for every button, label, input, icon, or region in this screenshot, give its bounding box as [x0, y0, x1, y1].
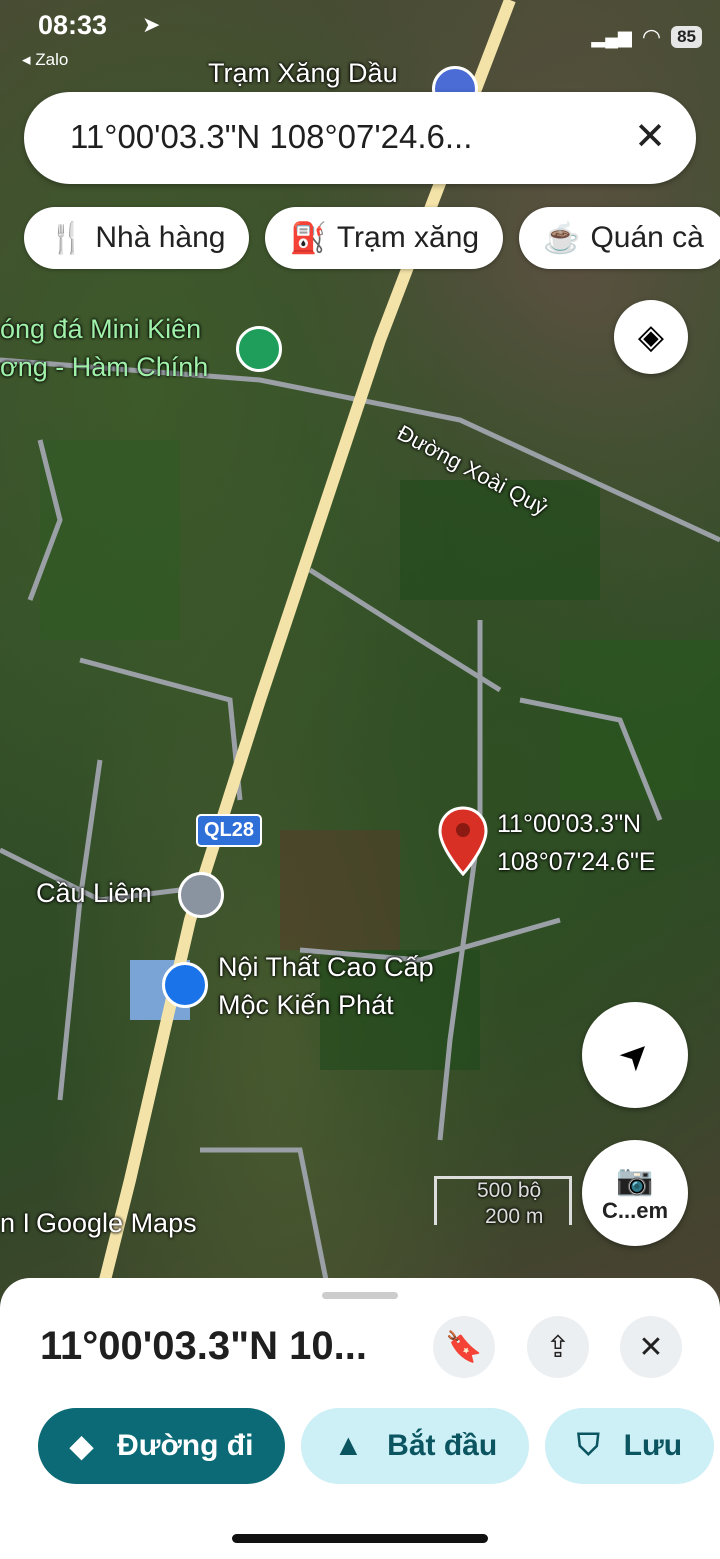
chip-label: Quán cà — [590, 221, 704, 254]
layers-button[interactable]: ◈ — [614, 300, 688, 374]
fuel-pump-icon: ⛽ — [289, 221, 327, 255]
google-maps-logo: Google Maps — [36, 1208, 197, 1238]
save-icon-button[interactable]: 🔖 — [433, 1316, 495, 1378]
bookmark-icon: 🔖 — [445, 1330, 483, 1364]
chip-gas-stations[interactable]: ⛽ Trạm xăng — [265, 207, 504, 269]
battery-icon: 85 — [671, 26, 702, 48]
camera-label: C...em — [601, 1197, 669, 1223]
chip-restaurants[interactable]: 🍴 Nhà hàng — [24, 207, 250, 269]
map-view[interactable]: Trạm Xăng Dầu óng đá Mini Kiên ơng - Hàm… — [0, 0, 720, 1300]
scale-bar: 500 bộ 200 m — [434, 1176, 572, 1228]
park-pin-icon[interactable] — [236, 326, 282, 372]
bookmark-icon: ⛉ — [577, 1429, 600, 1462]
pin-lng-label: 108°07'24.6"E — [497, 848, 656, 876]
camera-icon: 📷 — [616, 1163, 654, 1197]
shop-pin-icon[interactable] — [162, 962, 208, 1008]
coffee-cup-icon: ☕ — [543, 221, 581, 255]
my-location-button[interactable]: ➤ — [582, 1002, 688, 1108]
navigation-start-icon: ▲ — [333, 1429, 364, 1462]
sheet-drag-handle[interactable] — [322, 1292, 398, 1299]
football-label-2[interactable]: ơng - Hàm Chính — [0, 352, 208, 383]
save-label: Lưu — [623, 1429, 683, 1462]
layers-icon: ◈ — [637, 318, 665, 356]
status-bar: 08:33 ➤ ◂ Zalo ▂▄▆ ◠ 85 — [0, 0, 720, 80]
clock: 08:33 — [38, 10, 108, 40]
signal-icon: ▂▄▆ — [591, 26, 632, 47]
category-chips: 🍴 Nhà hàng ⛽ Trạm xăng ☕ Quán cà — [24, 207, 720, 269]
furniture-label-2[interactable]: Mộc Kiến Phát — [218, 990, 394, 1021]
navigation-arrow-icon: ➤ — [609, 1029, 660, 1080]
pin-lat-label: 11°00'03.3"N — [497, 810, 642, 838]
furniture-label[interactable]: Nội Thất Cao Cấp — [218, 952, 434, 983]
map-roads — [0, 0, 720, 1300]
place-title: 11°00'03.3"N 10... — [40, 1324, 367, 1368]
chip-cafes[interactable]: ☕ Quán cà — [519, 207, 720, 269]
search-bar[interactable]: 11°00'03.3"N 108°07'24.6... ✕ — [24, 92, 696, 184]
location-pin-icon[interactable] — [438, 806, 488, 876]
scale-m-label: 200 m — [485, 1205, 544, 1228]
clear-search-icon[interactable]: ✕ — [634, 114, 666, 159]
action-buttons: ◆ Đường đi ▲ Bắt đầu ⛉ Lưu — [38, 1408, 715, 1484]
fork-knife-icon: 🍴 — [48, 221, 86, 255]
bridge-icon[interactable] — [178, 872, 224, 918]
football-label[interactable]: óng đá Mini Kiên — [0, 314, 201, 345]
left-cut-label: n I — [0, 1208, 31, 1238]
directions-icon: ◆ — [70, 1429, 94, 1463]
wifi-icon: ◠ — [641, 24, 662, 49]
location-arrow-icon: ➤ — [142, 12, 161, 37]
share-icon: ⇪ — [545, 1330, 571, 1364]
home-indicator — [232, 1534, 488, 1543]
chip-label: Nhà hàng — [95, 221, 226, 254]
share-button[interactable]: ⇪ — [527, 1316, 589, 1378]
camera-button[interactable]: 📷 C...em — [582, 1140, 688, 1246]
chip-label: Trạm xăng — [336, 221, 480, 254]
directions-label: Đường đi — [117, 1429, 254, 1462]
close-sheet-button[interactable]: ✕ — [620, 1316, 682, 1378]
directions-button[interactable]: ◆ Đường đi — [38, 1408, 286, 1484]
start-button[interactable]: ▲ Bắt đầu — [301, 1408, 530, 1484]
bridge-label[interactable]: Cầu Liêm — [36, 878, 152, 909]
close-icon: ✕ — [638, 1330, 664, 1364]
place-sheet[interactable]: 11°00'03.3"N 10... 🔖 ⇪ ✕ ◆ Đường đi ▲ Bắ… — [0, 1278, 720, 1559]
search-query[interactable]: 11°00'03.3"N 108°07'24.6... — [70, 118, 472, 156]
highway-shield: QL28 — [196, 814, 263, 847]
start-label: Bắt đầu — [387, 1429, 498, 1462]
back-to-app-link[interactable]: ◂ Zalo — [22, 50, 68, 70]
save-button[interactable]: ⛉ Lưu — [545, 1408, 715, 1484]
scale-ft-label: 500 bộ — [477, 1179, 542, 1202]
